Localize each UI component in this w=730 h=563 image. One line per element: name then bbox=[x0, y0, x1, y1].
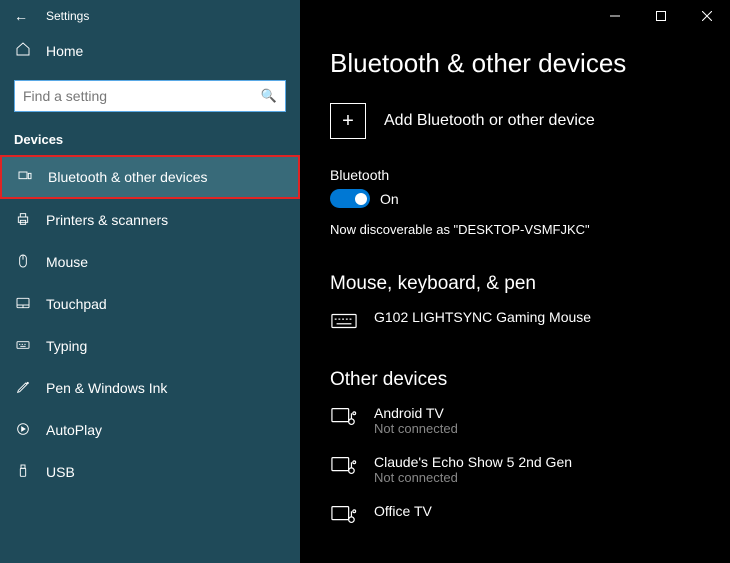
nav-label: USB bbox=[46, 464, 75, 480]
autoplay-icon bbox=[14, 421, 32, 440]
titlebar: ← Settings bbox=[0, 0, 300, 32]
device-status: Not connected bbox=[374, 470, 572, 485]
nav-usb[interactable]: USB bbox=[0, 451, 300, 493]
mouse-icon bbox=[14, 253, 32, 272]
close-button[interactable] bbox=[684, 0, 730, 32]
keyboard-icon bbox=[330, 311, 358, 331]
device-status: Not connected bbox=[374, 421, 458, 436]
keyboard-icon bbox=[14, 337, 32, 356]
nav-typing[interactable]: Typing bbox=[0, 325, 300, 367]
device-text: Claude's Echo Show 5 2nd Gen Not connect… bbox=[374, 454, 572, 485]
device-name: Android TV bbox=[374, 405, 458, 421]
nav-label: Mouse bbox=[46, 254, 88, 270]
discoverable-text: Now discoverable as "DESKTOP-VSMFJKC" bbox=[330, 222, 730, 237]
media-device-icon bbox=[330, 456, 358, 476]
toggle-knob bbox=[355, 193, 367, 205]
device-text: Android TV Not connected bbox=[374, 405, 458, 436]
media-device-icon bbox=[330, 407, 358, 427]
section-other-devices: Other devices bbox=[330, 369, 730, 391]
pen-icon bbox=[14, 379, 32, 398]
sidebar: ← Settings Home 🔍 Devices Bluetooth & ot… bbox=[0, 0, 300, 563]
device-row[interactable]: Claude's Echo Show 5 2nd Gen Not connect… bbox=[330, 454, 730, 485]
nav-label: Bluetooth & other devices bbox=[48, 169, 208, 185]
device-name: Office TV bbox=[374, 503, 432, 519]
bluetooth-toggle[interactable] bbox=[330, 189, 370, 208]
nav-label: Pen & Windows Ink bbox=[46, 380, 167, 396]
device-name: G102 LIGHTSYNC Gaming Mouse bbox=[374, 309, 591, 325]
device-row[interactable]: Android TV Not connected bbox=[330, 405, 730, 436]
minimize-button[interactable] bbox=[592, 0, 638, 32]
home-icon bbox=[14, 41, 32, 61]
device-row[interactable]: G102 LIGHTSYNC Gaming Mouse bbox=[330, 309, 730, 331]
printer-icon bbox=[14, 211, 32, 230]
page-title: Bluetooth & other devices bbox=[330, 48, 730, 79]
nav-label: Touchpad bbox=[46, 296, 107, 312]
touchpad-icon bbox=[14, 295, 32, 314]
window-controls bbox=[592, 0, 730, 32]
bluetooth-label: Bluetooth bbox=[330, 167, 730, 183]
back-arrow-icon[interactable]: ← bbox=[14, 8, 28, 24]
nav-bluetooth[interactable]: Bluetooth & other devices bbox=[0, 155, 300, 199]
nav-mouse[interactable]: Mouse bbox=[0, 241, 300, 283]
nav-printers[interactable]: Printers & scanners bbox=[0, 199, 300, 241]
nav-autoplay[interactable]: AutoPlay bbox=[0, 409, 300, 451]
section-label: Devices bbox=[0, 118, 300, 155]
nav-home-label: Home bbox=[46, 43, 83, 59]
nav-label: Typing bbox=[46, 338, 87, 354]
nav-home[interactable]: Home bbox=[0, 32, 300, 70]
search-box[interactable]: 🔍 bbox=[14, 80, 286, 112]
plus-icon: + bbox=[330, 103, 366, 139]
maximize-button[interactable] bbox=[638, 0, 684, 32]
device-text: G102 LIGHTSYNC Gaming Mouse bbox=[374, 309, 591, 325]
device-text: Office TV bbox=[374, 503, 432, 519]
add-device-label: Add Bluetooth or other device bbox=[384, 112, 595, 130]
nav-touchpad[interactable]: Touchpad bbox=[0, 283, 300, 325]
device-name: Claude's Echo Show 5 2nd Gen bbox=[374, 454, 572, 470]
nav-list: Bluetooth & other devices Printers & sca… bbox=[0, 155, 300, 563]
devices-icon bbox=[16, 168, 34, 187]
app-title: Settings bbox=[46, 9, 89, 23]
add-device-button[interactable]: + Add Bluetooth or other device bbox=[330, 103, 730, 139]
media-device-icon bbox=[330, 505, 358, 525]
section-mouse-keyboard: Mouse, keyboard, & pen bbox=[330, 273, 730, 295]
device-row[interactable]: Office TV bbox=[330, 503, 730, 525]
usb-icon bbox=[14, 463, 32, 482]
bluetooth-toggle-row: On bbox=[330, 189, 730, 208]
main-panel: Bluetooth & other devices + Add Bluetoot… bbox=[300, 0, 730, 563]
bluetooth-state: On bbox=[380, 191, 399, 207]
nav-label: Printers & scanners bbox=[46, 212, 168, 228]
nav-pen[interactable]: Pen & Windows Ink bbox=[0, 367, 300, 409]
search-input[interactable] bbox=[23, 88, 261, 104]
nav-label: AutoPlay bbox=[46, 422, 102, 438]
search-icon: 🔍 bbox=[261, 88, 277, 104]
